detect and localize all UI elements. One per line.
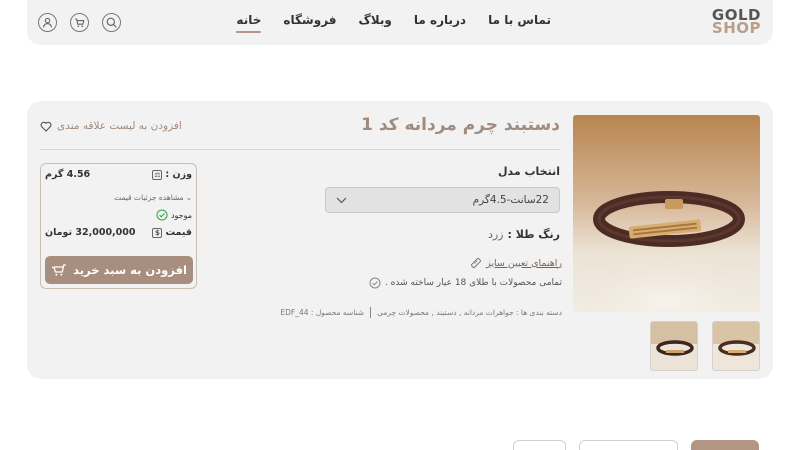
price-details-label: مشاهده جزئیات قیمت [114, 193, 184, 202]
logo-line-2: SHOP [711, 19, 761, 37]
gold-karat-note: تمامی محصولات با طلای 18 عیار ساخته شده … [369, 277, 562, 289]
product-thumbnail[interactable] [712, 321, 760, 371]
add-to-cart-button[interactable]: افزودن به سبد خرید [45, 256, 193, 284]
price-details-link[interactable]: مشاهده جزئیات قیمت ⌄ [114, 193, 192, 202]
tab-description[interactable] [691, 440, 759, 450]
product-title: دستبند چرم مردانه کد 1 [361, 115, 560, 135]
product-sku: شناسه محصول : EDF_44 [280, 308, 365, 317]
price-label: قیمت [165, 227, 192, 238]
model-select[interactable]: 22سانت-4.5گرم [325, 187, 560, 213]
product-meta: دسته بندی ها : جواهرات مردانه , دستبند ,… [280, 307, 562, 318]
user-icon[interactable] [38, 13, 57, 32]
gold-color-row: رنگ طلا :زرد [488, 228, 560, 241]
site-header: GOLD SHOP خانه فروشگاه وبلاگ درباره ما ت… [27, 0, 773, 45]
gold-color-label: رنگ طلا : [507, 228, 561, 241]
chevron-down-icon: ⌄ [185, 193, 192, 202]
price-box: 4.56 گرم ⚖ وزن : مشاهده جزئیات قیمت ⌄ مو… [40, 163, 197, 289]
ruler-icon [470, 257, 482, 269]
model-label: انتخاب مدل [497, 165, 560, 178]
wishlist-label: افزودن به لیست علاقه مندی [57, 120, 182, 132]
price-value: 32,000,000 تومان [45, 227, 136, 238]
add-to-cart-label: افزودن به سبد خرید [73, 263, 187, 277]
weight-row: 4.56 گرم ⚖ وزن : [45, 169, 192, 180]
weight-label: وزن : [165, 169, 192, 180]
size-guide-link[interactable]: راهنمای تعیین سایز [470, 257, 562, 269]
product-thumbnail[interactable] [650, 321, 698, 371]
title-divider [40, 149, 560, 150]
nav-item-blog[interactable]: وبلاگ [359, 13, 392, 31]
nav-item-home[interactable]: خانه [236, 13, 261, 33]
tab-specs[interactable] [579, 440, 678, 450]
main-nav: خانه فروشگاه وبلاگ درباره ما تماس با ما [236, 13, 551, 33]
check-circle-icon [369, 277, 381, 289]
check-circle-icon [156, 209, 168, 221]
cart-icon[interactable] [70, 13, 89, 32]
price-row: 32,000,000 تومان $ قیمت [45, 227, 192, 238]
model-select-value: 22سانت-4.5گرم [472, 194, 549, 206]
meta-separator [370, 307, 372, 318]
stock-status: موجود [156, 209, 192, 221]
search-icon[interactable] [102, 13, 121, 32]
product-categories[interactable]: دسته بندی ها : جواهرات مردانه , دستبند ,… [377, 308, 562, 317]
tab-reviews[interactable] [513, 440, 566, 450]
stock-label: موجود [170, 210, 192, 220]
nav-item-about[interactable]: درباره ما [414, 13, 466, 31]
weight-icon: ⚖ [152, 169, 163, 180]
cart-icon [52, 264, 67, 276]
gold-color-value: زرد [487, 228, 504, 241]
nav-item-contact[interactable]: تماس با ما [488, 13, 551, 31]
product-main-image[interactable] [573, 115, 760, 312]
chevron-down-icon [336, 197, 347, 203]
price-label-group: $ قیمت [152, 227, 192, 238]
weight-label-group: ⚖ وزن : [152, 169, 192, 180]
gold-karat-note-text: تمامی محصولات با طلای 18 عیار ساخته شده … [384, 278, 562, 288]
size-guide-label: راهنمای تعیین سایز [486, 257, 562, 269]
dollar-icon: $ [152, 227, 163, 238]
weight-value: 4.56 گرم [45, 169, 91, 180]
nav-item-shop[interactable]: فروشگاه [283, 13, 336, 31]
wishlist-button[interactable]: افزودن به لیست علاقه مندی [40, 120, 182, 132]
product-card: دستبند چرم مردانه کد 1 افزودن به لیست عل… [27, 101, 773, 379]
heart-icon [40, 121, 52, 132]
site-logo[interactable]: GOLD SHOP [711, 8, 761, 37]
